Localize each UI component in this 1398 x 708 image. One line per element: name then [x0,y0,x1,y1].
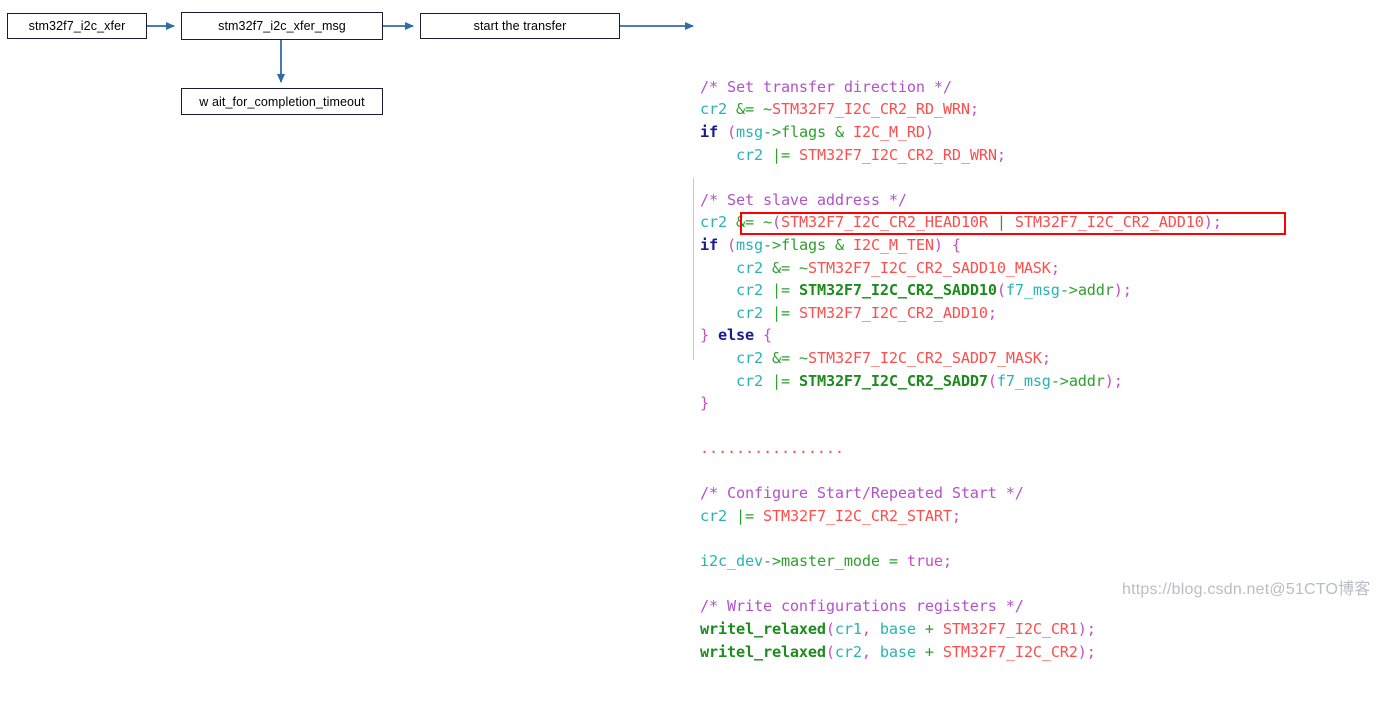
code-line: cr2 |= STM32F7_I2C_CR2_SADD7(f7_msg->add… [735,371,1123,390]
code-line: cr2 &= ~STM32F7_I2C_CR2_SADD7_MASK; [735,348,1051,367]
code-line: /* Set slave address */ [700,190,907,209]
code-line: cr2 &= ~STM32F7_I2C_CR2_SADD10_MASK; [735,258,1060,277]
code-line: /* Set transfer direction */ [700,77,952,96]
code-line: i2c_dev->master_mode = true; [700,552,952,571]
code-line: cr2 &= ~(STM32F7_I2C_CR2_HEAD10R | STM32… [700,213,1222,232]
flowchart: stm32f7_i2c_xfer stm32f7_i2c_xfer_msg st… [0,0,700,140]
code-line: } [700,394,709,413]
watermark: https://blog.csdn.net@51CTO博客 [1122,581,1371,598]
code-listing: /* Set transfer direction */ cr2 &= ~STM3… [690,8,1398,661]
flow-box-label: start the transfer [473,19,567,33]
code-line: writel_relaxed(cr1, base + STM32F7_I2C_C… [700,620,1096,639]
code-line: cr2 |= STM32F7_I2C_CR2_RD_WRN; [735,145,1006,164]
code-line: cr2 |= STM32F7_I2C_CR2_SADD10(f7_msg->ad… [735,281,1132,300]
code-line: cr2 &= ~STM32F7_I2C_CR2_RD_WRN; [700,100,979,119]
code-line: /* Configure Start/Repeated Start */ [700,484,1024,503]
code-line: cr2 |= STM32F7_I2C_CR2_ADD10; [735,303,997,322]
flow-box-start-the-transfer[interactable]: start the transfer [420,13,620,39]
code-line: if (msg->flags & I2C_M_TEN) { [700,235,961,254]
code-line: if (msg->flags & I2C_M_RD) [700,122,934,141]
flow-box-stm32f7-i2c-xfer-msg[interactable]: stm32f7_i2c_xfer_msg [181,12,383,40]
flow-box-label: w ait_for_completion_timeout [199,94,365,109]
code-line: ................ [700,439,844,458]
flow-box-stm32f7-i2c-xfer[interactable]: stm32f7_i2c_xfer [7,13,147,39]
code-line: cr2 |= STM32F7_I2C_CR2_START; [700,507,961,526]
code-line: } else { [700,326,772,345]
flow-box-wait-for-completion-timeout[interactable]: w ait_for_completion_timeout [181,88,383,115]
code-line: writel_relaxed(cr2, base + STM32F7_I2C_C… [700,642,1096,661]
flow-box-label: stm32f7_i2c_xfer [28,19,126,33]
flow-box-label: stm32f7_i2c_xfer_msg [218,19,346,33]
